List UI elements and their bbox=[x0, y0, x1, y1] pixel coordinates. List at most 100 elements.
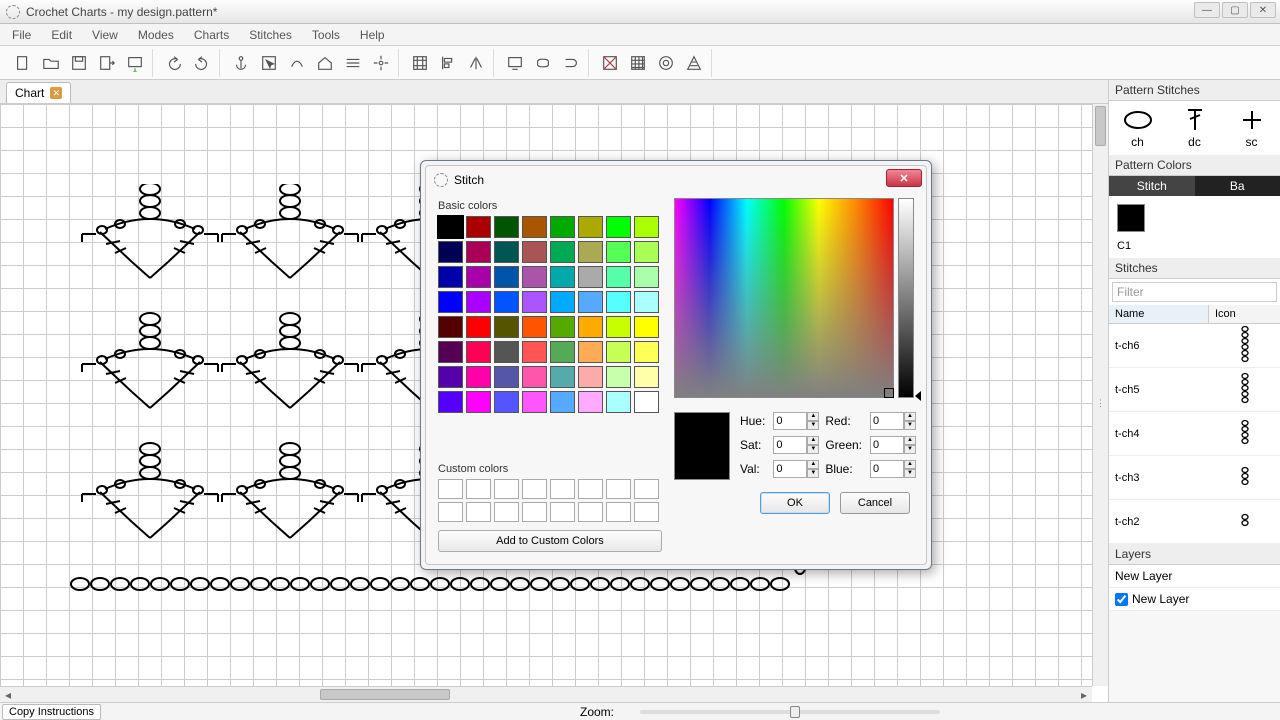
value-pointer-icon[interactable] bbox=[915, 391, 921, 401]
color-tab-stitch[interactable]: Stitch bbox=[1109, 176, 1195, 196]
basic-color-swatch[interactable] bbox=[494, 291, 519, 313]
basic-color-swatch[interactable] bbox=[606, 341, 631, 363]
menu-help[interactable]: Help bbox=[352, 26, 393, 44]
basic-color-swatch[interactable] bbox=[466, 366, 491, 388]
basic-color-swatch[interactable] bbox=[522, 316, 547, 338]
hue-sat-field[interactable] bbox=[674, 198, 894, 398]
val-input[interactable] bbox=[773, 460, 807, 478]
custom-color-slot[interactable] bbox=[634, 502, 659, 522]
spin-down-icon[interactable]: ▼ bbox=[807, 421, 819, 430]
basic-color-swatch[interactable] bbox=[578, 216, 603, 238]
horizontal-scrollbar[interactable]: ◂ ▸ bbox=[0, 686, 1092, 702]
custom-color-slot[interactable] bbox=[550, 502, 575, 522]
basic-color-swatch[interactable] bbox=[578, 291, 603, 313]
basic-color-swatch[interactable] bbox=[466, 341, 491, 363]
layer-visibility-checkbox[interactable] bbox=[1115, 593, 1128, 606]
basic-color-swatch[interactable] bbox=[466, 266, 491, 288]
stitch-list-row[interactable]: t-ch3 bbox=[1109, 456, 1280, 500]
red-input[interactable] bbox=[870, 412, 904, 430]
basic-color-swatch[interactable] bbox=[438, 241, 463, 263]
add-stitch-icon[interactable] bbox=[122, 50, 148, 76]
spin-up-icon[interactable]: ▲ bbox=[807, 412, 819, 421]
tool-select-icon[interactable] bbox=[256, 50, 282, 76]
spin-down-icon[interactable]: ▼ bbox=[904, 421, 916, 430]
basic-color-swatch[interactable] bbox=[466, 241, 491, 263]
basic-color-swatch[interactable] bbox=[494, 391, 519, 413]
basic-color-swatch[interactable] bbox=[438, 266, 463, 288]
custom-color-slot[interactable] bbox=[578, 479, 603, 499]
basic-color-swatch[interactable] bbox=[550, 316, 575, 338]
blue-input[interactable] bbox=[870, 460, 904, 478]
redo-icon[interactable] bbox=[189, 50, 215, 76]
tool-triangle-icon[interactable] bbox=[681, 50, 707, 76]
basic-color-swatch[interactable] bbox=[438, 366, 463, 388]
hue-input[interactable] bbox=[773, 412, 807, 430]
stitch-dc[interactable]: dc bbox=[1178, 107, 1212, 149]
tool-shape2-icon[interactable] bbox=[558, 50, 584, 76]
copy-instructions-button[interactable]: Copy Instructions bbox=[2, 704, 101, 720]
basic-color-swatch[interactable] bbox=[550, 266, 575, 288]
maximize-button[interactable]: ▢ bbox=[1222, 2, 1248, 18]
custom-color-slot[interactable] bbox=[634, 479, 659, 499]
tool-alignleft-icon[interactable] bbox=[435, 50, 461, 76]
basic-color-swatch[interactable] bbox=[606, 241, 631, 263]
basic-color-swatch[interactable] bbox=[494, 366, 519, 388]
basic-color-swatch[interactable] bbox=[438, 316, 463, 338]
basic-color-swatch[interactable] bbox=[578, 316, 603, 338]
basic-color-swatch[interactable] bbox=[634, 291, 659, 313]
tool-shape1-icon[interactable] bbox=[530, 50, 556, 76]
spin-up-icon[interactable]: ▲ bbox=[807, 436, 819, 445]
basic-color-swatch[interactable] bbox=[634, 391, 659, 413]
spin-down-icon[interactable]: ▼ bbox=[807, 445, 819, 454]
menu-charts[interactable]: Charts bbox=[186, 26, 237, 44]
basic-color-swatch[interactable] bbox=[606, 291, 631, 313]
undo-icon[interactable] bbox=[161, 50, 187, 76]
basic-color-swatch[interactable] bbox=[438, 216, 463, 238]
dialog-titlebar[interactable]: Stitch ✕ bbox=[426, 166, 926, 194]
ok-button[interactable]: OK bbox=[760, 492, 830, 514]
basic-color-swatch[interactable] bbox=[634, 266, 659, 288]
basic-color-swatch[interactable] bbox=[522, 266, 547, 288]
tool-screen-icon[interactable] bbox=[502, 50, 528, 76]
stitch-ch[interactable]: ch bbox=[1121, 107, 1155, 149]
cancel-button[interactable]: Cancel bbox=[840, 492, 910, 514]
color-tab-ba[interactable]: Ba bbox=[1195, 176, 1280, 196]
basic-color-swatch[interactable] bbox=[522, 291, 547, 313]
header-icon[interactable]: Icon bbox=[1209, 305, 1242, 323]
basic-color-swatch[interactable] bbox=[466, 391, 491, 413]
basic-color-swatch[interactable] bbox=[522, 216, 547, 238]
basic-color-swatch[interactable] bbox=[550, 391, 575, 413]
scrollbar-thumb[interactable] bbox=[1095, 106, 1106, 146]
close-button[interactable]: ✕ bbox=[1250, 2, 1276, 18]
basic-color-swatch[interactable] bbox=[634, 366, 659, 388]
menu-file[interactable]: File bbox=[4, 26, 39, 44]
header-name[interactable]: Name bbox=[1109, 305, 1209, 323]
basic-color-swatch[interactable] bbox=[550, 366, 575, 388]
custom-color-slot[interactable] bbox=[494, 502, 519, 522]
basic-color-swatch[interactable] bbox=[606, 391, 631, 413]
stitch-list-row[interactable]: t-ch5 bbox=[1109, 368, 1280, 412]
basic-color-swatch[interactable] bbox=[578, 241, 603, 263]
custom-color-slot[interactable] bbox=[578, 502, 603, 522]
open-icon[interactable] bbox=[38, 50, 64, 76]
basic-color-swatch[interactable] bbox=[466, 216, 491, 238]
basic-color-swatch[interactable] bbox=[634, 241, 659, 263]
spin-up-icon[interactable]: ▲ bbox=[904, 460, 916, 469]
custom-color-slot[interactable] bbox=[466, 479, 491, 499]
menu-view[interactable]: View bbox=[84, 26, 126, 44]
custom-color-slot[interactable] bbox=[438, 479, 463, 499]
basic-color-swatch[interactable] bbox=[550, 216, 575, 238]
color-swatch-c1[interactable] bbox=[1117, 204, 1145, 232]
basic-color-swatch[interactable] bbox=[494, 266, 519, 288]
basic-color-swatch[interactable] bbox=[606, 216, 631, 238]
tool-gear-icon[interactable] bbox=[653, 50, 679, 76]
stitch-list-row[interactable]: t-ch2 bbox=[1109, 500, 1280, 544]
basic-color-swatch[interactable] bbox=[550, 291, 575, 313]
basic-color-swatch[interactable] bbox=[578, 341, 603, 363]
custom-color-slot[interactable] bbox=[550, 479, 575, 499]
tool-target-icon[interactable] bbox=[368, 50, 394, 76]
basic-color-swatch[interactable] bbox=[634, 316, 659, 338]
basic-color-swatch[interactable] bbox=[606, 366, 631, 388]
layer-row-checked[interactable]: New Layer bbox=[1109, 588, 1280, 611]
tool-house-icon[interactable] bbox=[312, 50, 338, 76]
